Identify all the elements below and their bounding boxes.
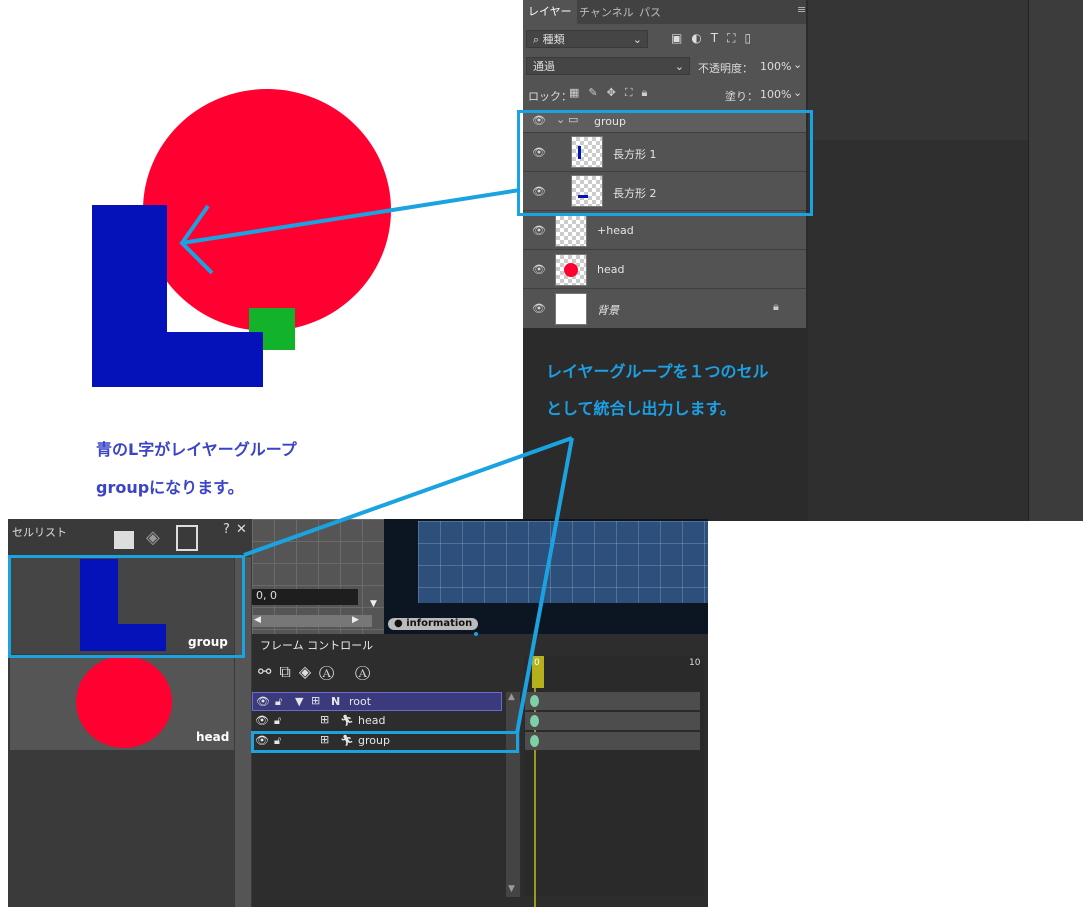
annotation-arrows — [179, 188, 574, 734]
indicator-dot — [474, 632, 478, 636]
arrow-to-cell — [243, 436, 573, 557]
arrow-to-l-shape — [181, 188, 521, 245]
arrow-to-track — [515, 437, 574, 734]
